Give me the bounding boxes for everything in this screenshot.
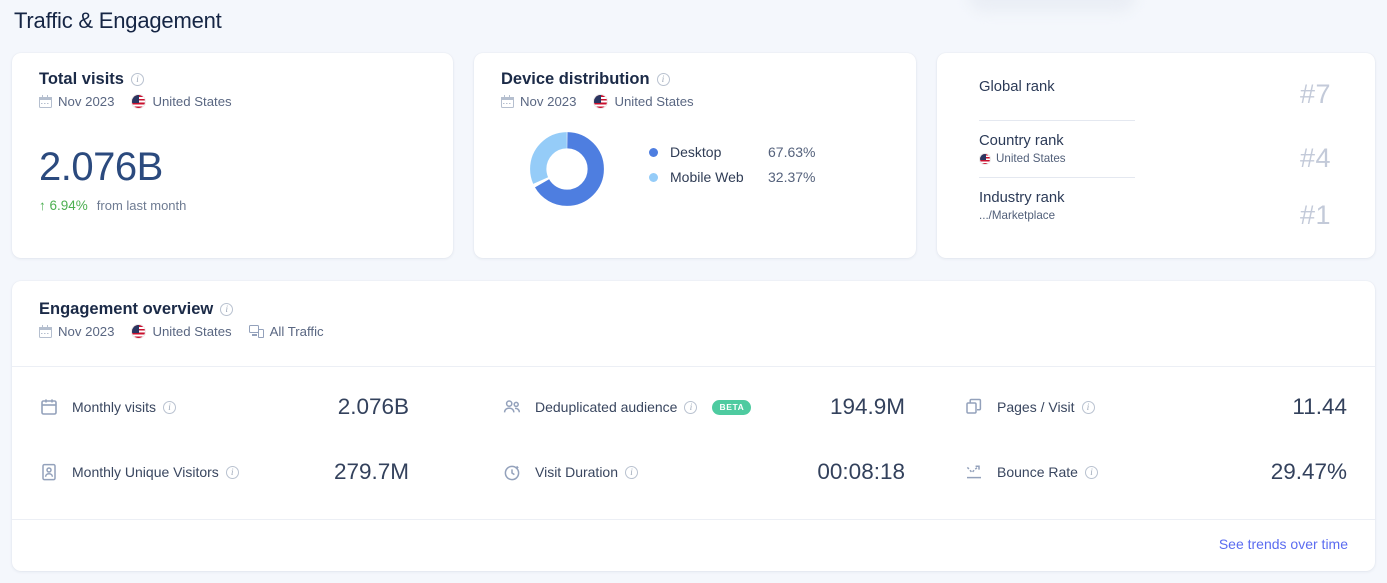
info-icon[interactable]: i <box>130 73 144 86</box>
engagement-overview-card: Engagement overview i Nov 2023 United St… <box>12 281 1375 571</box>
traffic-label: All Traffic <box>269 324 324 339</box>
period-label: Nov 2023 <box>520 94 577 109</box>
rank-label-global: Global rank <box>979 79 1055 95</box>
legend-value-desktop: 67.63% <box>768 144 816 160</box>
stopwatch-icon <box>502 462 522 482</box>
users-icon <box>502 397 522 417</box>
metric-deduplicated-audience: Deduplicated audience i BETA 194.9M <box>502 394 905 419</box>
metric-label: Deduplicated audience <box>535 399 678 415</box>
rank-label-industry: Industry rank <box>979 190 1065 206</box>
engagement-meta: Nov 2023 United States All Traffic <box>39 324 1375 339</box>
total-visits-value: 2.076B <box>39 145 163 189</box>
info-icon[interactable]: i <box>625 465 639 479</box>
metric-value: 29.47% <box>1270 459 1347 484</box>
engagement-title: Engagement overview <box>39 300 214 318</box>
calendar-icon <box>501 95 514 108</box>
rank-value-global: #7 <box>1299 79 1331 109</box>
rank-sub-industry: .../Marketplace <box>979 209 1065 222</box>
bounce-icon <box>964 462 984 482</box>
info-icon[interactable]: i <box>684 400 698 414</box>
metric-value: 279.7M <box>333 459 409 484</box>
device-distribution-title: Device distribution <box>501 70 650 88</box>
info-icon[interactable]: i <box>163 400 177 414</box>
us-flag-icon <box>131 324 147 339</box>
device-chart-area: Desktop 67.63% Mobile Web 32.37% <box>529 131 916 207</box>
us-flag-icon <box>131 94 147 109</box>
engagement-divider-top <box>12 366 1375 367</box>
metric-value: 11.44 <box>1292 394 1347 419</box>
metric-value: 194.9M <box>829 394 905 419</box>
legend-dot-mobile-web <box>649 172 658 182</box>
period-label: Nov 2023 <box>58 94 115 109</box>
rank-row-country: Country rank United States #4 <box>937 121 1375 178</box>
pages-icon <box>964 397 984 417</box>
page-title: Traffic & Engagement <box>14 8 222 33</box>
total-visits-header: Total visits i <box>39 70 453 89</box>
legend-label-desktop: Desktop <box>670 144 722 160</box>
rank-value-country: #4 <box>1299 143 1331 173</box>
unique-visitor-icon <box>39 462 59 482</box>
info-icon[interactable]: i <box>1081 400 1095 414</box>
rank-sub-label: United States <box>996 152 1066 165</box>
country-label: United States <box>152 324 232 339</box>
rank-value-industry: #1 <box>1299 200 1331 230</box>
device-distribution-meta: Nov 2023 United States <box>501 94 916 109</box>
device-distribution-header: Device distribution i <box>501 70 916 89</box>
metric-label: Monthly visits <box>72 399 157 415</box>
legend-item-mobile-web: Mobile Web 32.37% <box>649 169 815 185</box>
rank-sub-country: United States <box>979 152 1066 165</box>
delta-percent: 6.94% <box>49 198 88 213</box>
rank-row-industry: Industry rank .../Marketplace #1 <box>937 178 1375 238</box>
metric-pages-per-visit: Pages / Visit i 11.44 <box>964 394 1347 419</box>
total-visits-meta: Nov 2023 United States <box>39 94 453 109</box>
calendar-icon <box>39 95 52 108</box>
device-distribution-card: Device distribution i Nov 2023 United St… <box>474 53 916 258</box>
rank-sub-label: .../Marketplace <box>979 209 1056 222</box>
metric-monthly-visits: Monthly visits i 2.076B <box>39 394 439 419</box>
info-icon[interactable]: i <box>1084 465 1098 479</box>
metric-label: Visit Duration <box>535 464 619 480</box>
metric-label: Pages / Visit <box>997 399 1075 415</box>
rank-row-global: Global rank #7 <box>937 53 1375 121</box>
see-trends-over-time-link[interactable]: See trends over time <box>1219 536 1348 552</box>
country-label: United States <box>152 94 232 109</box>
devices-icon <box>248 325 264 338</box>
legend-label-mobile-web: Mobile Web <box>670 169 744 185</box>
arrow-up-icon: ↑ <box>39 198 46 213</box>
legend-value-mobile-web: 32.37% <box>768 169 816 185</box>
metric-monthly-unique-visitors: Monthly Unique Visitors i 279.7M <box>39 459 439 484</box>
dashboard-page: Traffic & Engagement Total visits i Nov … <box>0 0 1387 583</box>
donut-slice-mobile <box>530 132 604 206</box>
period-label: Nov 2023 <box>58 324 115 339</box>
metric-value: 2.076B <box>337 394 409 419</box>
country-label: United States <box>614 94 694 109</box>
calendar-icon <box>39 325 52 338</box>
legend-dot-desktop <box>649 147 658 157</box>
us-flag-icon <box>593 94 609 109</box>
metric-visit-duration: Visit Duration i 00:08:18 <box>502 459 905 484</box>
metric-label: Bounce Rate <box>997 464 1078 480</box>
engagement-header: Engagement overview i Nov 2023 United St… <box>12 281 1375 339</box>
ranks-card: Global rank #7 Country rank United State… <box>937 53 1375 258</box>
total-visits-delta-row: ↑ 6.94% from last month <box>39 198 453 213</box>
total-visits-card: Total visits i Nov 2023 United States 2.… <box>12 53 453 258</box>
metric-value: 00:08:18 <box>817 459 905 484</box>
rank-label-country: Country rank <box>979 133 1064 149</box>
delta-value: ↑ 6.94% <box>39 198 88 213</box>
device-donut-chart <box>530 132 604 206</box>
partial-pill-above <box>968 0 1136 12</box>
metric-label: Monthly Unique Visitors <box>72 464 219 480</box>
info-icon[interactable]: i <box>220 303 234 316</box>
engagement-divider-bottom <box>12 519 1375 520</box>
metric-bounce-rate: Bounce Rate i 29.47% <box>964 459 1347 484</box>
info-icon[interactable]: i <box>656 73 670 86</box>
beta-badge: BETA <box>712 399 752 415</box>
info-icon[interactable]: i <box>225 465 239 479</box>
legend-item-desktop: Desktop 67.63% <box>649 144 815 160</box>
total-visits-title: Total visits <box>39 70 124 88</box>
device-legend: Desktop 67.63% Mobile Web 32.37% <box>649 144 815 194</box>
calendar-metric-icon <box>39 397 59 417</box>
us-flag-icon <box>979 152 991 165</box>
delta-note: from last month <box>96 198 187 213</box>
